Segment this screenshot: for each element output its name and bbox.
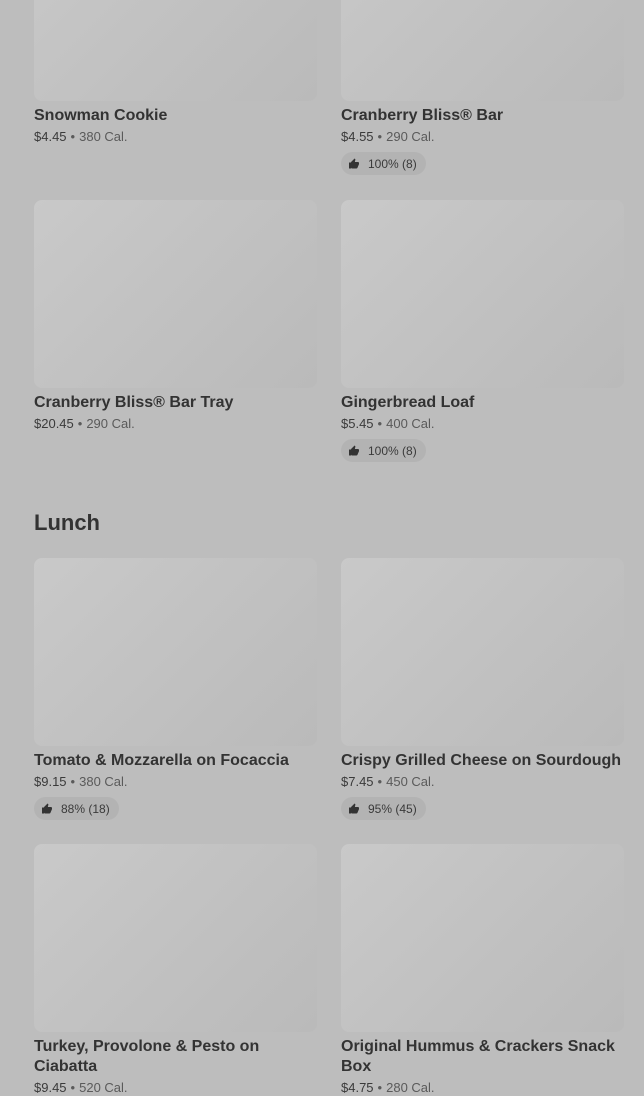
product-card[interactable]: Cranberry Bliss® Bar $4.55 • 290 Cal. 100%… <box>341 0 624 175</box>
product-price: $7.45 <box>341 774 374 789</box>
product-calories: 280 Cal. <box>386 1080 435 1095</box>
section-title-lunch: Lunch <box>34 510 100 535</box>
product-price: $4.55 <box>341 129 374 144</box>
product-price: $5.45 <box>341 416 374 431</box>
product-card[interactable]: Snowman Cookie $4.45 • 380 Cal. <box>34 0 317 145</box>
product-meta: $7.45 • 450 Cal. <box>341 774 435 789</box>
product-meta: $20.45 • 290 Cal. <box>34 416 135 431</box>
product-meta: $5.45 • 400 Cal. <box>341 416 435 431</box>
product-image[interactable] <box>34 558 317 746</box>
product-price: $9.15 <box>34 774 67 789</box>
rating-badge: 100% (8) <box>341 152 426 175</box>
product-image[interactable] <box>34 200 317 388</box>
rating-value: 88% (18) <box>61 801 110 816</box>
product-price: $20.45 <box>34 416 74 431</box>
product-meta: $9.45 • 520 Cal. <box>34 1080 128 1095</box>
product-calories: 380 Cal. <box>79 774 128 789</box>
product-name[interactable]: Gingerbread Loaf <box>341 393 624 413</box>
product-name[interactable]: Cranberry Bliss® Bar <box>341 106 624 126</box>
product-image[interactable] <box>34 0 317 101</box>
product-calories: 400 Cal. <box>386 416 435 431</box>
product-price: $4.45 <box>34 129 67 144</box>
rating-value: 95% (45) <box>368 801 417 816</box>
product-card[interactable]: Original Hummus & Crackers Snack Box $4.… <box>341 844 624 1096</box>
rating-badge: 88% (18) <box>34 797 119 820</box>
product-name[interactable]: Turkey, Provolone & Pesto on Ciabatta <box>34 1037 317 1077</box>
thumbs-up-icon <box>349 445 359 455</box>
product-name[interactable]: Cranberry Bliss® Bar Tray <box>34 393 317 413</box>
product-meta: $4.45 • 380 Cal. <box>34 129 128 144</box>
product-calories: 520 Cal. <box>79 1080 128 1095</box>
thumbs-up-icon <box>349 158 359 168</box>
product-name[interactable]: Crispy Grilled Cheese on Sourdough <box>341 751 624 771</box>
product-card[interactable]: Crispy Grilled Cheese on Sourdough $7.45… <box>341 558 624 820</box>
rating-badge: 95% (45) <box>341 797 426 820</box>
product-calories: 450 Cal. <box>386 774 435 789</box>
product-calories: 380 Cal. <box>79 129 128 144</box>
product-meta: $4.55 • 290 Cal. <box>341 129 435 144</box>
product-name[interactable]: Snowman Cookie <box>34 106 317 126</box>
thumbs-up-icon <box>349 803 359 813</box>
product-card[interactable]: Tomato & Mozzarella on Focaccia $9.15 • 38… <box>34 558 317 820</box>
rating-badge: 100% (8) <box>341 439 426 462</box>
product-name[interactable]: Tomato & Mozzarella on Focaccia <box>34 751 317 771</box>
product-meta: $4.75 • 280 Cal. <box>341 1080 435 1095</box>
product-name[interactable]: Original Hummus & Crackers Snack Box <box>341 1037 624 1077</box>
product-calories: 290 Cal. <box>86 416 135 431</box>
rating-value: 100% (8) <box>368 156 417 171</box>
thumbs-up-icon <box>42 803 52 813</box>
product-card[interactable]: Cranberry Bliss® Bar Tray $20.45 • 290 Cal… <box>34 200 317 432</box>
product-image[interactable] <box>341 0 624 101</box>
product-image[interactable] <box>341 200 624 388</box>
product-price: $4.75 <box>341 1080 374 1095</box>
product-meta: $9.15 • 380 Cal. <box>34 774 128 789</box>
product-image[interactable] <box>341 844 624 1032</box>
product-image[interactable] <box>34 844 317 1032</box>
product-card[interactable]: Turkey, Provolone & Pesto on Ciabatta $9… <box>34 844 317 1096</box>
product-calories: 290 Cal. <box>386 129 435 144</box>
product-price: $9.45 <box>34 1080 67 1095</box>
product-card[interactable]: Gingerbread Loaf $5.45 • 400 Cal. 100% (8) <box>341 200 624 462</box>
product-image[interactable] <box>341 558 624 746</box>
rating-value: 100% (8) <box>368 443 417 458</box>
